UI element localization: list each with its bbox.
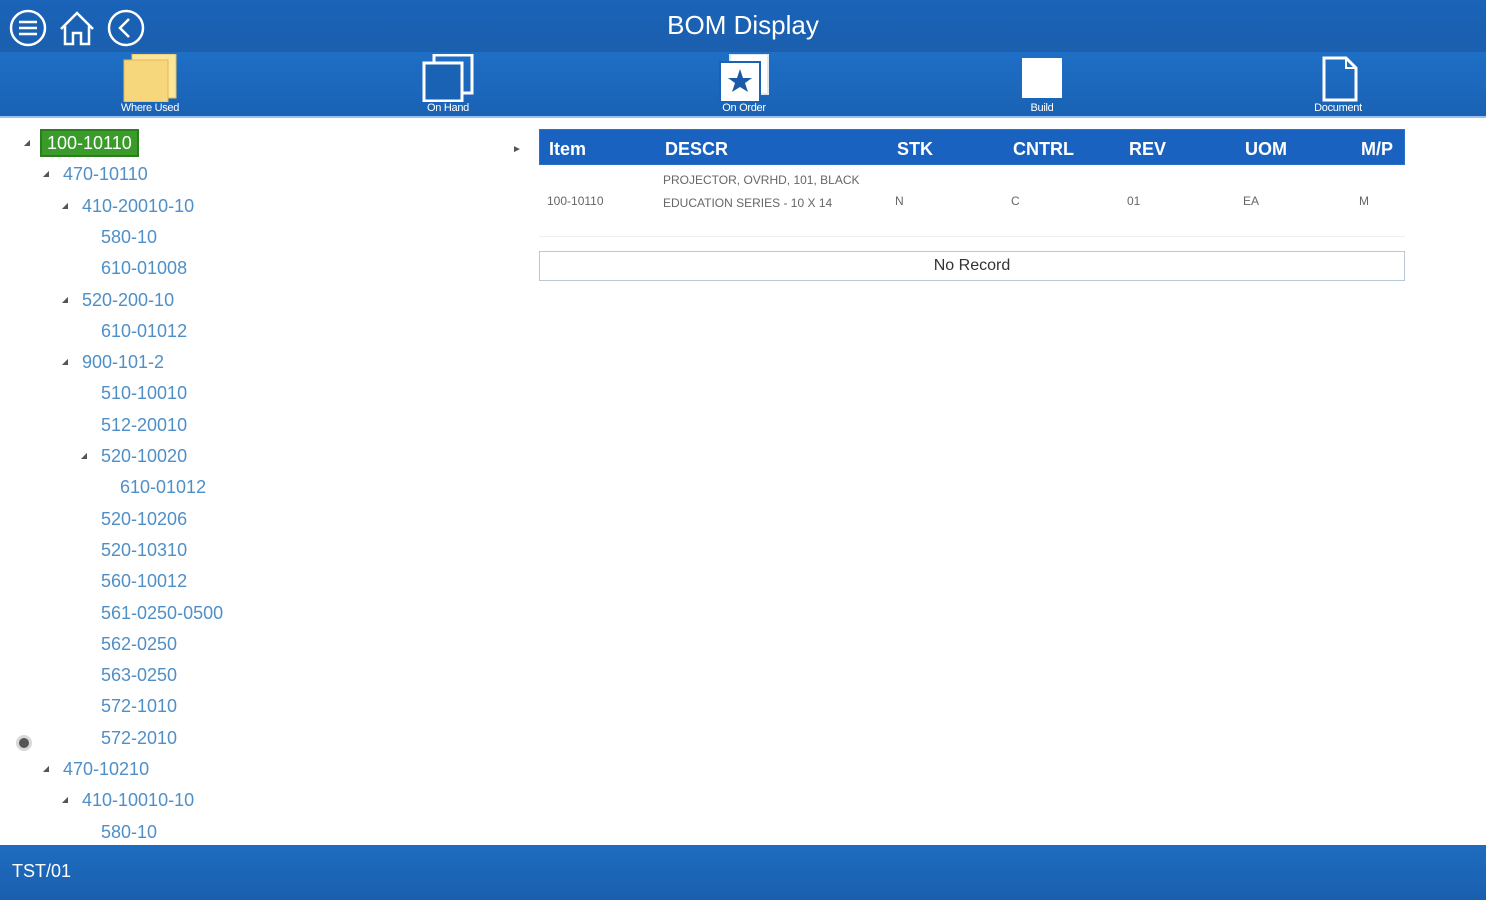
column-header-uom[interactable]: UOM — [1245, 130, 1287, 166]
column-header-mp[interactable]: M/P — [1361, 130, 1393, 166]
on-order-button[interactable]: On Order — [684, 52, 804, 118]
expand-toggle-icon[interactable]: ◢ — [20, 129, 34, 157]
expand-toggle-icon[interactable]: ◢ — [77, 442, 91, 470]
no-record-message: No Record — [539, 251, 1405, 281]
cell-descr: PROJECTOR, OVRHD, 101, BLACK EDUCATION S… — [663, 173, 860, 210]
cell-uom: EA — [1243, 194, 1260, 208]
scroll-handle[interactable] — [16, 735, 32, 751]
tree-node[interactable]: 563-0250 — [0, 661, 480, 689]
tree-node-label: 572-1010 — [101, 696, 178, 717]
tree-node-label: 520-10020 — [101, 446, 188, 466]
tree-node[interactable]: ◢ 470-10210 — [0, 755, 480, 783]
tree-node-label: 470-10210 — [63, 759, 150, 779]
tree-node-label: 560-10012 — [101, 571, 188, 592]
tree-node[interactable]: 562-0250 — [0, 630, 480, 658]
tree-node[interactable]: ◢ 100-10110 — [0, 129, 480, 157]
title-bar: BOM Display — [0, 0, 1486, 52]
tree-node[interactable]: 510-10010 — [0, 379, 480, 407]
tree-node-label: 512-20010 — [101, 414, 188, 435]
on-hand-label: On Hand — [427, 102, 469, 114]
page-title: BOM Display — [667, 10, 819, 40]
panel-collapse-icon[interactable]: ► — [510, 143, 524, 157]
tree-node[interactable]: 610-01012 — [0, 317, 480, 345]
column-header-stk[interactable]: STK — [897, 130, 933, 166]
tree-node[interactable]: 572-1010 — [0, 692, 480, 720]
tree-node[interactable]: 560-10012 — [0, 567, 480, 595]
tree-node[interactable]: 580-10 — [0, 818, 480, 844]
tree-node-label: 563-0250 — [101, 665, 178, 686]
tree-node[interactable]: 512-20010 — [0, 411, 480, 439]
tree-node-label: 410-20010-10 — [82, 195, 195, 216]
tree-node-label: 580-10 — [101, 821, 158, 842]
expand-toggle-icon[interactable]: ◢ — [39, 755, 53, 783]
tree-node-label: 572-2010 — [101, 727, 178, 748]
expand-toggle-icon[interactable]: ◢ — [39, 160, 53, 188]
toolbar: Where Used On Hand On Order Build Docume… — [0, 52, 1486, 118]
document-label: Document — [1314, 102, 1362, 114]
tree-node-label: 900-101-2 — [82, 352, 165, 373]
column-header-item[interactable]: Item — [549, 130, 586, 166]
cell-rev: 01 — [1127, 194, 1141, 208]
cell-item: 100-10110 — [547, 194, 604, 208]
tree-node[interactable]: 520-10206 — [0, 505, 480, 533]
tree-node[interactable]: ◢ 900-101-2 — [0, 348, 480, 376]
tree-node-label: 100-10110 — [40, 129, 139, 157]
tree-node[interactable]: ◢ 410-20010-10 — [0, 192, 480, 220]
tree-node[interactable]: ◢ 470-10110 — [0, 160, 480, 188]
tree-node-label: 520-10310 — [101, 539, 188, 560]
tree-node[interactable]: 610-01008 — [0, 254, 480, 282]
on-order-label: On Order — [722, 102, 766, 114]
tree-node-label: 510-10010 — [101, 383, 188, 404]
build-button[interactable]: Build — [982, 52, 1102, 118]
build-label: Build — [1030, 102, 1054, 114]
column-header-cntrl[interactable]: CNTRL — [1013, 130, 1074, 166]
table-row[interactable]: 100-10110 PROJECTOR, OVRHD, 101, BLACK E… — [539, 165, 1405, 237]
tree-node-label: 610-01012 — [101, 320, 188, 341]
tree-node[interactable]: ◢ 520-200-10 — [0, 286, 480, 314]
status-text: TST/01 — [12, 861, 72, 881]
expand-toggle-icon[interactable]: ◢ — [58, 786, 72, 814]
where-used-label: Where Used — [120, 102, 180, 114]
column-header-rev[interactable]: REV — [1129, 130, 1166, 166]
tree-node[interactable]: ◢ 410-10010-10 — [0, 786, 480, 814]
cell-stk: N — [895, 194, 904, 208]
cell-cntrl: C — [1011, 194, 1020, 208]
tree-node-label: 470-10110 — [63, 164, 148, 185]
expand-toggle-icon[interactable]: ◢ — [58, 192, 72, 220]
bom-grid: Item DESCR STK CNTRL REV UOM M/P 100-101… — [539, 129, 1405, 237]
cell-mp: M — [1359, 194, 1369, 208]
bom-tree: ◢ 100-10110 ◢ 470-10110 ◢ 410-20010-10 580-10 6… — [0, 120, 500, 844]
tree-node-label: 520-10206 — [101, 508, 188, 529]
grid-header: Item DESCR STK CNTRL REV UOM M/P — [539, 129, 1405, 165]
copy-icon — [420, 54, 476, 102]
where-used-button[interactable]: Where Used — [90, 52, 210, 118]
tree-node-label: 561-0250-0500 — [101, 602, 224, 623]
status-bar: TST/01 — [0, 845, 1486, 900]
tree-node[interactable]: 520-10310 — [0, 536, 480, 564]
tree-node-label: 410-10010-10 — [82, 790, 195, 811]
tree-node-label: 610-01008 — [101, 258, 188, 279]
document-icon — [1310, 54, 1366, 102]
tree-node-label: 580-10 — [101, 226, 158, 247]
blank-page-icon — [1014, 54, 1070, 102]
tree-node[interactable]: 572-2010 — [0, 724, 480, 752]
column-header-descr[interactable]: DESCR — [665, 130, 728, 166]
tree-node[interactable]: 580-10 — [0, 223, 480, 251]
expand-toggle-icon[interactable]: ◢ — [58, 286, 72, 314]
tree-node-label: 520-200-10 — [82, 289, 175, 310]
star-document-icon — [716, 54, 772, 102]
tree-node-label: 562-0250 — [101, 633, 178, 654]
tree-node[interactable]: ◢ 520-10020 — [0, 442, 480, 470]
tree-node-label: 610-01012 — [120, 477, 207, 498]
document-button[interactable]: Document — [1278, 52, 1398, 118]
expand-toggle-icon[interactable]: ◢ — [58, 348, 72, 376]
folder-icon — [122, 54, 178, 102]
tree-node[interactable]: 561-0250-0500 — [0, 599, 480, 627]
on-hand-button[interactable]: On Hand — [388, 52, 508, 118]
tree-node[interactable]: 610-01012 — [0, 473, 480, 501]
